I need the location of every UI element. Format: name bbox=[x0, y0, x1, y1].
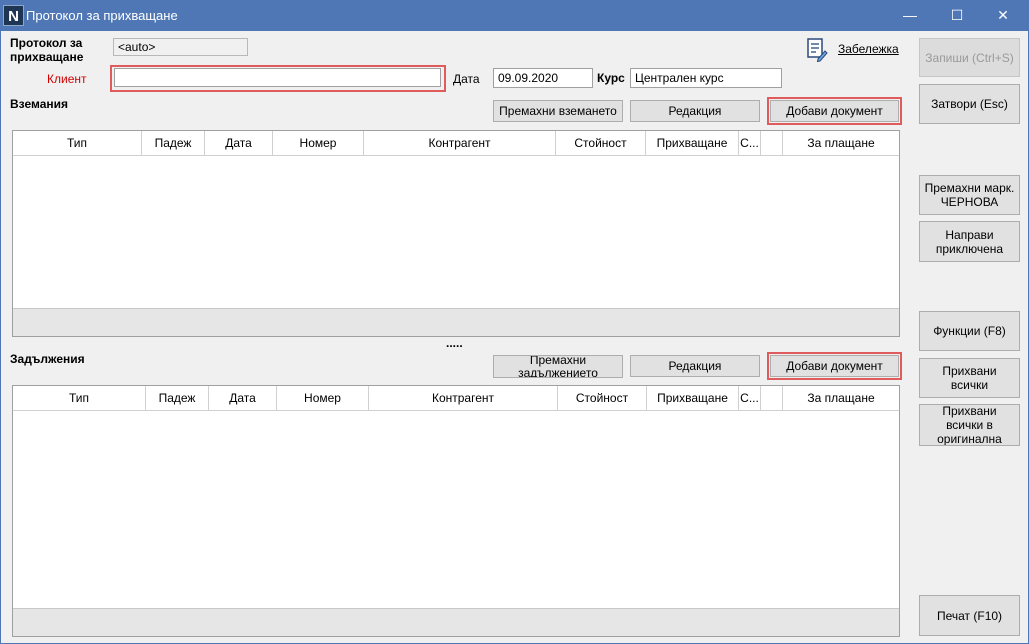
col-number[interactable]: Номер bbox=[273, 131, 364, 155]
splitter-grip[interactable]: ..... bbox=[446, 336, 463, 350]
print-button[interactable]: Печат (F10) bbox=[919, 595, 1020, 636]
window-title: Протокол за прихващане bbox=[26, 8, 178, 23]
col-offset[interactable]: Прихващане bbox=[646, 131, 739, 155]
date-label: Дата bbox=[453, 72, 480, 86]
col-counterparty[interactable]: Контрагент bbox=[369, 386, 558, 410]
receivables-edit-button[interactable]: Редакция bbox=[630, 100, 760, 122]
functions-button[interactable]: Функции (F8) bbox=[919, 311, 1020, 351]
payables-add-document-button[interactable]: Добави документ bbox=[770, 355, 899, 377]
save-button[interactable]: Запиши (Ctrl+S) bbox=[919, 38, 1020, 77]
close-window-button[interactable]: ✕ bbox=[980, 0, 1026, 31]
offset-all-button[interactable]: Прихвани всички bbox=[919, 358, 1020, 398]
payables-title: Задължения bbox=[10, 352, 85, 366]
col-c[interactable]: С... bbox=[739, 386, 761, 410]
remove-draft-mark-button[interactable]: Премахни марк. ЧЕРНОВА bbox=[919, 175, 1020, 215]
note-icon[interactable] bbox=[806, 38, 828, 63]
maximize-button[interactable]: ☐ bbox=[934, 0, 980, 31]
client-input[interactable] bbox=[114, 68, 441, 87]
remove-payable-button[interactable]: Премахни задължението bbox=[493, 355, 623, 378]
minimize-button[interactable]: — bbox=[887, 0, 933, 31]
col-type[interactable]: Тип bbox=[13, 386, 146, 410]
receivables-grid[interactable]: Тип Падеж Дата Номер Контрагент Стойност… bbox=[12, 130, 900, 337]
payables-grid[interactable]: Тип Падеж Дата Номер Контрагент Стойност… bbox=[12, 385, 900, 637]
col-number[interactable]: Номер bbox=[277, 386, 369, 410]
col-to-pay[interactable]: За плащане bbox=[783, 386, 899, 410]
offset-all-original-button[interactable]: Прихвани всички в оригинална bbox=[919, 404, 1020, 446]
col-blank[interactable] bbox=[761, 131, 783, 155]
payables-edit-button[interactable]: Редакция bbox=[630, 355, 760, 377]
close-button[interactable]: Затвори (Esc) bbox=[919, 84, 1020, 124]
receivables-grid-header: Тип Падеж Дата Номер Контрагент Стойност… bbox=[13, 131, 899, 156]
protocol-number-field: <auto> bbox=[113, 38, 248, 56]
payables-grid-header: Тип Падеж Дата Номер Контрагент Стойност… bbox=[13, 386, 899, 411]
col-c[interactable]: С... bbox=[739, 131, 761, 155]
payables-grid-footer bbox=[13, 608, 899, 636]
receivables-title: Вземания bbox=[10, 97, 69, 111]
col-blank[interactable] bbox=[761, 386, 783, 410]
rate-field[interactable]: Централен курс bbox=[630, 68, 782, 88]
col-offset[interactable]: Прихващане bbox=[647, 386, 739, 410]
col-date[interactable]: Дата bbox=[209, 386, 277, 410]
col-date[interactable]: Дата bbox=[205, 131, 273, 155]
receivables-grid-footer bbox=[13, 308, 899, 336]
title-bar: N Протокол за прихващане — ☐ ✕ bbox=[0, 0, 1029, 31]
note-link[interactable]: Забележка bbox=[838, 42, 899, 56]
remove-receivable-button[interactable]: Премахни вземането bbox=[493, 100, 623, 122]
col-counterparty[interactable]: Контрагент bbox=[364, 131, 556, 155]
col-value[interactable]: Стойност bbox=[556, 131, 646, 155]
app-logo-icon: N bbox=[3, 5, 24, 26]
client-label: Клиент bbox=[47, 72, 87, 86]
protocol-label: Протокол за прихващане bbox=[10, 36, 84, 64]
receivables-add-document-button[interactable]: Добави документ bbox=[770, 100, 899, 122]
make-final-button[interactable]: Направи приключена bbox=[919, 221, 1020, 262]
col-due[interactable]: Падеж bbox=[146, 386, 209, 410]
rate-label: Курс bbox=[597, 71, 625, 85]
col-due[interactable]: Падеж bbox=[142, 131, 205, 155]
col-value[interactable]: Стойност bbox=[558, 386, 647, 410]
col-type[interactable]: Тип bbox=[13, 131, 142, 155]
col-to-pay[interactable]: За плащане bbox=[783, 131, 899, 155]
date-field[interactable]: 09.09.2020 bbox=[493, 68, 593, 88]
